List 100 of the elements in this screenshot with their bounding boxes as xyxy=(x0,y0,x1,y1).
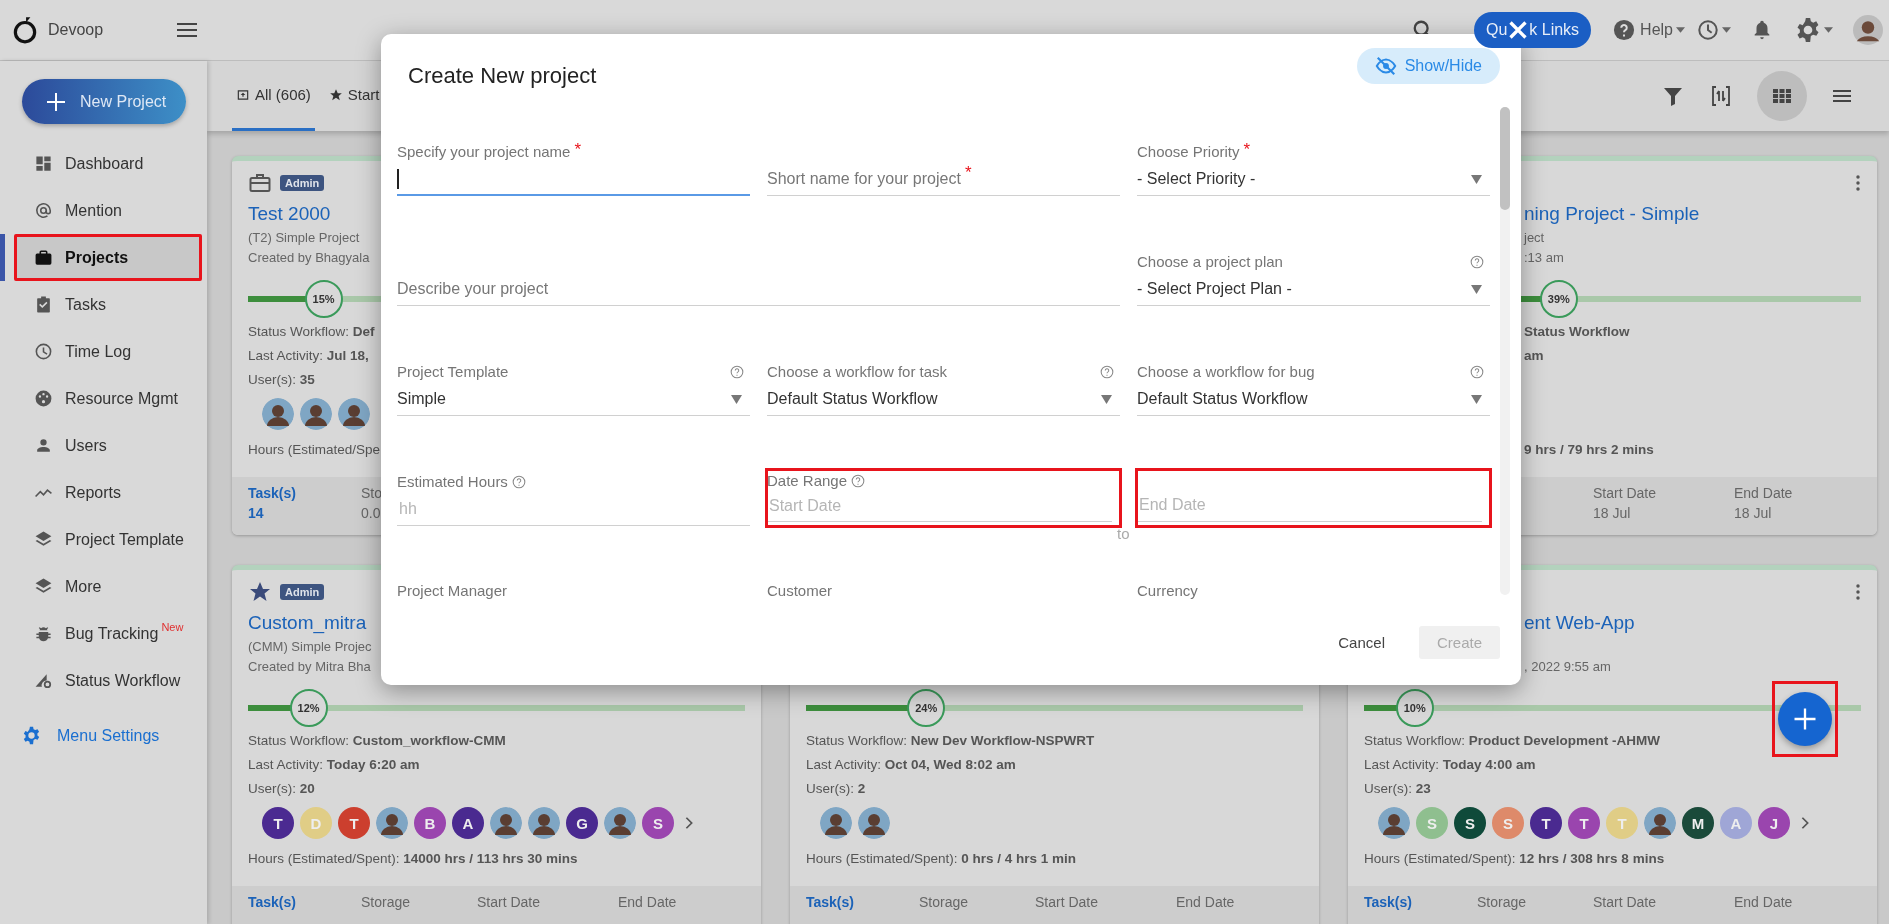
sidebar-item[interactable]: Reports xyxy=(14,469,202,516)
project-title[interactable]: ent Web-App xyxy=(1524,612,1635,634)
select-field[interactable]: Default Status Workflow xyxy=(767,383,1120,416)
sidebar-item[interactable]: Time Log xyxy=(14,328,202,375)
user-avatar[interactable] xyxy=(376,807,408,839)
role-badge: Admin xyxy=(280,175,325,191)
select-field[interactable]: Default Status Workflow xyxy=(1137,383,1490,416)
footer-label: Storage xyxy=(361,894,411,910)
sidebar-label: Time Log xyxy=(65,342,132,361)
progress-percent: 39% xyxy=(1539,280,1578,318)
project-detail: Status Workflow: Def xyxy=(248,323,375,341)
briefcase-icon xyxy=(34,248,53,267)
user-avatar[interactable] xyxy=(528,807,560,839)
user-avatar[interactable]: G xyxy=(566,807,598,839)
clipboard-check-icon xyxy=(34,295,53,314)
user-avatar[interactable]: A xyxy=(452,807,484,839)
settings-icon[interactable] xyxy=(1795,17,1821,43)
project-title[interactable]: Test 2000 xyxy=(248,203,331,225)
user-avatar[interactable]: T xyxy=(262,807,294,839)
sidebar-item[interactable]: Tasks xyxy=(14,281,202,328)
sidebar-item[interactable]: Project Template xyxy=(14,516,202,563)
more-options-icon[interactable] xyxy=(1855,174,1861,192)
more-options-icon[interactable] xyxy=(1855,583,1861,601)
menu-settings-link[interactable]: Menu Settings xyxy=(57,726,160,745)
user-avatar[interactable]: T xyxy=(1568,807,1600,839)
tasks-link[interactable]: Task(s) xyxy=(248,485,296,501)
palette-icon xyxy=(34,389,53,408)
tasks-link[interactable]: Task(s) xyxy=(806,894,854,910)
clock-icon[interactable] xyxy=(1697,19,1719,41)
sidebar-item[interactable]: Dashboard xyxy=(14,140,202,187)
user-avatar[interactable]: B xyxy=(414,807,446,839)
help-icon[interactable] xyxy=(511,474,526,489)
project-detail: Last Activity: Jul 18, xyxy=(248,347,369,365)
field-label: Estimated Hours xyxy=(397,473,508,491)
user-avatar[interactable] xyxy=(262,398,294,430)
description-field[interactable]: Describe your project xyxy=(397,273,1120,306)
tasks-link[interactable]: Task(s) xyxy=(1364,894,1412,910)
text-field[interactable]: Short name for your project * xyxy=(767,163,1120,196)
footer-value: 0.0 xyxy=(361,505,381,521)
chevron-right-icon[interactable] xyxy=(684,816,694,830)
quick-links-button[interactable]: Qu k Links xyxy=(1473,12,1592,48)
tasks-link[interactable]: Task(s) xyxy=(248,894,296,910)
field-label: Choose a workflow for task xyxy=(767,363,948,381)
select-field[interactable]: - Select Project Plan - xyxy=(1137,273,1490,306)
user-avatar[interactable]: M xyxy=(1682,807,1714,839)
user-avatar[interactable]: T xyxy=(338,807,370,839)
project-type: ject xyxy=(1524,230,1545,245)
project-detail: Status Workflow: Custom_workflow-CMM xyxy=(248,732,506,750)
briefcase-icon[interactable] xyxy=(248,171,272,195)
user-avatar[interactable]: S xyxy=(1454,807,1486,839)
user-avatar[interactable] xyxy=(300,398,332,430)
user-avatar[interactable] xyxy=(490,807,522,839)
hours-text: Hours (Estimated/Spent): 12 hrs / 308 hrs 8 mins xyxy=(1364,850,1665,868)
help-icon[interactable] xyxy=(1470,254,1484,269)
sidebar-item[interactable]: More xyxy=(14,563,202,610)
workflow-icon xyxy=(34,671,53,690)
chevron-right-icon[interactable] xyxy=(1800,816,1810,830)
sidebar-item[interactable]: Status Workflow xyxy=(14,657,202,704)
project-type: (T2) Simple Project xyxy=(248,230,360,245)
field-label: Specify your project name xyxy=(397,143,571,161)
project-detail: User(s): 35 xyxy=(248,371,315,389)
user-avatar[interactable] xyxy=(858,807,890,839)
help-icon[interactable] xyxy=(851,473,866,488)
help-icon[interactable] xyxy=(730,364,744,379)
user-avatar[interactable] xyxy=(1378,807,1410,839)
sidebar-item[interactable]: Resource Mgmt xyxy=(14,375,202,422)
dialog-title: Create New project xyxy=(408,63,598,89)
project-title[interactable]: ning Project - Simple xyxy=(1524,203,1700,225)
help-icon[interactable] xyxy=(1100,364,1114,379)
view-toggle[interactable] xyxy=(1757,71,1807,121)
select-field[interactable]: Simple xyxy=(397,383,750,416)
project-title[interactable]: Custom_mitra xyxy=(248,612,367,634)
footer-label: Start Date xyxy=(1035,894,1099,910)
user-avatar[interactable]: J xyxy=(1758,807,1790,839)
scrollbar[interactable] xyxy=(1500,107,1510,595)
help-link[interactable]: Help xyxy=(1640,21,1673,39)
user-avatar[interactable] xyxy=(338,398,370,430)
filter-tab[interactable]: All (606) xyxy=(232,61,315,131)
sidebar-item[interactable]: Mention xyxy=(14,187,202,234)
sort-icon[interactable] xyxy=(1709,84,1733,108)
sidebar-label: Bug Tracking xyxy=(65,624,159,643)
show-hide-button[interactable]: Show/Hide xyxy=(1356,48,1500,84)
sidebar-label: Status Workflow xyxy=(65,671,181,690)
user-avatar[interactable]: T xyxy=(1530,807,1562,839)
filter-tab[interactable]: Start xyxy=(324,61,384,131)
person-icon xyxy=(34,436,53,455)
help-icon[interactable] xyxy=(1470,364,1484,379)
user-avatar[interactable] xyxy=(1644,807,1676,839)
select-field[interactable]: - Select Priority - xyxy=(1137,163,1490,196)
user-avatar[interactable] xyxy=(604,807,636,839)
user-avatar[interactable] xyxy=(820,807,852,839)
range-separator: to xyxy=(1117,525,1130,542)
footer-label: Storage xyxy=(1477,894,1527,910)
user-avatar[interactable]: S xyxy=(642,807,674,839)
help-icon[interactable] xyxy=(1613,19,1636,41)
new-project-button[interactable]: New Project xyxy=(22,79,186,124)
sidebar-item[interactable]: Users xyxy=(14,422,202,469)
user-avatar[interactable] xyxy=(1853,15,1883,45)
footer-label: Start Date xyxy=(1593,894,1657,910)
cancel-button[interactable]: Cancel xyxy=(1332,633,1391,652)
